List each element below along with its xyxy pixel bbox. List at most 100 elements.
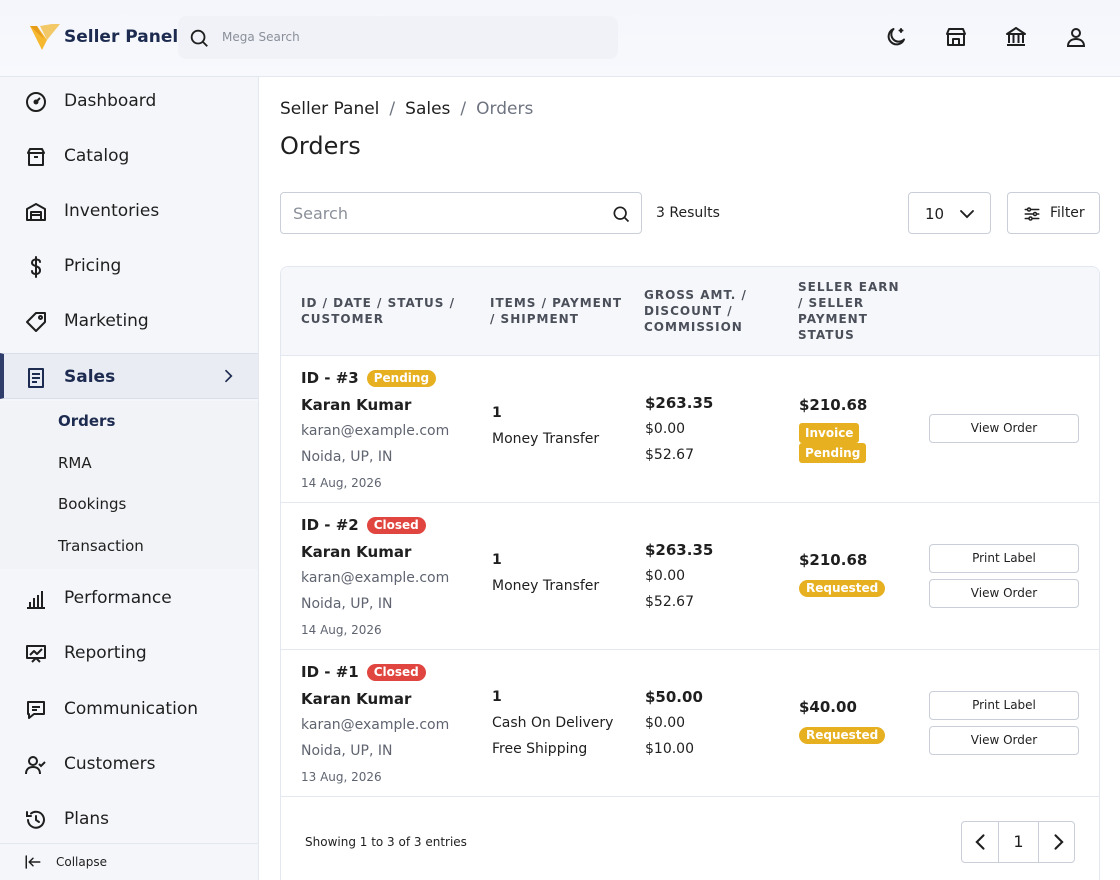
- next-page-button[interactable]: [1039, 822, 1076, 862]
- chevron-down-icon: [960, 210, 974, 219]
- orders-search[interactable]: [280, 192, 642, 234]
- receipt-icon: [28, 368, 44, 388]
- breadcrumb-root[interactable]: Seller Panel: [280, 99, 379, 119]
- column-header: GROSS AMT. / DISCOUNT / COMMISSION: [644, 288, 747, 334]
- status-badge: Pending: [366, 370, 437, 387]
- seller-earn: $210.68: [799, 551, 868, 569]
- mega-search-input[interactable]: [222, 27, 602, 47]
- filter-label: Filter: [1050, 205, 1085, 221]
- page-size-select[interactable]: 10: [908, 192, 991, 234]
- dashboard-icon: [26, 92, 46, 112]
- filter-button[interactable]: Filter: [1007, 192, 1100, 234]
- discount-amount: $0.00: [645, 715, 686, 731]
- payment-method: Cash On Delivery: [492, 715, 614, 731]
- view-order-button[interactable]: View Order: [929, 414, 1079, 443]
- status-badge: Closed: [366, 517, 426, 534]
- moon-icon[interactable]: [884, 25, 908, 49]
- sidebar-item-pricing[interactable]: Pricing: [0, 243, 258, 289]
- items-count: 1: [492, 689, 502, 705]
- customer-location: Noida, UP, IN: [301, 743, 393, 759]
- order-id[interactable]: ID - #2: [301, 516, 359, 534]
- commission-amount: $10.00: [645, 741, 694, 757]
- order-id-cell: ID - #1 Closed Karan Kumar karan@example.…: [301, 659, 449, 790]
- page-title: Orders: [280, 132, 361, 160]
- payment-status-badge: Invoice: [799, 423, 860, 443]
- sidebar-subitem-orders[interactable]: Orders: [58, 412, 115, 430]
- sidebar-item-dashboard[interactable]: Dashboard: [0, 78, 258, 124]
- customer-name: Karan Kumar: [301, 396, 412, 414]
- view-order-button[interactable]: View Order: [929, 726, 1079, 755]
- gross-amount: $50.00: [645, 688, 703, 706]
- amounts-cell: $263.35 $0.00 $52.67: [645, 390, 713, 468]
- customer-email: karan@example.com: [301, 717, 450, 733]
- print-label-button[interactable]: Print Label: [929, 691, 1079, 720]
- items-cell: 1 Money Transfer: [492, 400, 599, 452]
- items-cell: 1 Cash On Delivery Free Shipping: [492, 684, 613, 762]
- customer-name: Karan Kumar: [301, 690, 412, 708]
- sidebar-item-label: Sales: [64, 367, 116, 387]
- page-size-value: 10: [925, 205, 945, 223]
- mega-search[interactable]: [178, 16, 618, 59]
- payment-method: Money Transfer: [492, 431, 600, 447]
- sidebar-subitem-bookings[interactable]: Bookings: [58, 495, 126, 513]
- chevron-left-icon: [975, 834, 985, 850]
- sidebar-item-sales[interactable]: Sales: [0, 353, 258, 399]
- customer-email: karan@example.com: [301, 423, 450, 439]
- tag-icon: [26, 312, 46, 332]
- view-order-button[interactable]: View Order: [929, 579, 1079, 608]
- prev-page-button[interactable]: [962, 822, 999, 862]
- shipment-method: Free Shipping: [492, 741, 588, 757]
- column-header: SELLER EARN / SELLER PAYMENT STATUS: [798, 280, 900, 342]
- sidebar-item-communication[interactable]: Communication: [0, 686, 258, 732]
- brand-name[interactable]: Seller Panel: [64, 27, 178, 47]
- orders-search-input[interactable]: [293, 203, 603, 223]
- breadcrumb-separator: /: [389, 99, 396, 119]
- order-id-cell: ID - #3 Pending Karan Kumar karan@example…: [301, 365, 449, 496]
- sidebar-item-customers[interactable]: Customers: [0, 741, 258, 787]
- search-icon[interactable]: [611, 204, 631, 224]
- table-header: ID / DATE / STATUS / CUSTOMER ITEMS / PA…: [281, 267, 1099, 356]
- status-badge: Closed: [366, 664, 426, 681]
- collapse-button[interactable]: Collapse: [0, 843, 258, 880]
- breadcrumb-sales[interactable]: Sales: [405, 99, 450, 119]
- order-id[interactable]: ID - #3: [301, 369, 359, 387]
- sidebar-item-reporting[interactable]: Reporting: [0, 630, 258, 676]
- sidebar-item-plans[interactable]: Plans: [0, 796, 258, 842]
- message-icon: [27, 701, 45, 719]
- sidebar-item-catalog[interactable]: Catalog: [0, 133, 258, 179]
- collapse-icon: [25, 855, 41, 869]
- order-id[interactable]: ID - #1: [301, 663, 359, 681]
- page-number-button[interactable]: 1: [999, 822, 1039, 862]
- items-count: 1: [492, 552, 502, 568]
- results-count: 3 Results: [656, 205, 720, 221]
- sidebar-item-performance[interactable]: Performance: [0, 575, 258, 621]
- top-header: Seller Panel: [0, 0, 1120, 77]
- sidebar-item-label: Communication: [64, 699, 198, 719]
- table-row: ID - #2 Closed Karan Kumar karan@example.…: [281, 503, 1099, 650]
- user-icon[interactable]: [1064, 25, 1088, 49]
- sidebar: Dashboard Catalog Inventories Pricing Ma…: [0, 77, 259, 880]
- showing-entries: Showing 1 to 3 of 3 entries: [305, 835, 467, 849]
- sidebar-item-inventories[interactable]: Inventories: [0, 188, 258, 234]
- seller-earn: $210.68: [799, 396, 868, 414]
- gross-amount: $263.35: [645, 394, 714, 412]
- commission-amount: $52.67: [645, 447, 694, 463]
- sidebar-item-label: Pricing: [64, 256, 122, 276]
- customer-location: Noida, UP, IN: [301, 596, 393, 612]
- payment-status-badge: Requested: [799, 580, 886, 597]
- history-icon: [26, 810, 45, 829]
- search-icon: [190, 29, 208, 47]
- bank-icon[interactable]: [1004, 25, 1028, 49]
- sales-submenu: Orders RMA Bookings Transaction: [0, 401, 258, 569]
- commission-amount: $52.67: [645, 594, 694, 610]
- breadcrumb-separator: /: [460, 99, 467, 119]
- sidebar-item-marketing[interactable]: Marketing: [0, 298, 258, 344]
- customer-name: Karan Kumar: [301, 543, 412, 561]
- print-label-button[interactable]: Print Label: [929, 544, 1079, 573]
- pagination: 1: [961, 821, 1075, 863]
- store-icon[interactable]: [944, 25, 968, 49]
- sidebar-subitem-rma[interactable]: RMA: [58, 454, 92, 472]
- logo-icon: [30, 24, 60, 50]
- sidebar-subitem-transaction[interactable]: Transaction: [58, 537, 144, 555]
- order-date: 14 Aug, 2026: [301, 476, 382, 490]
